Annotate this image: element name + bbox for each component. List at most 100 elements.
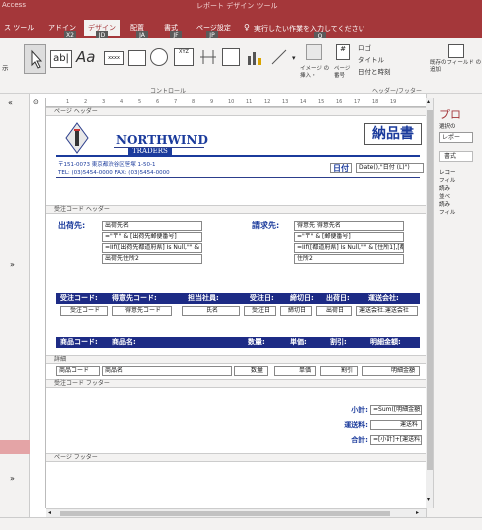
- horizontal-scroll-thumb[interactable]: [60, 511, 390, 516]
- scroll-left-icon[interactable]: ◂: [48, 509, 51, 516]
- controls-more-icon[interactable]: ▾: [292, 54, 296, 62]
- nav-collapse-icon[interactable]: «: [8, 98, 13, 107]
- order-col-header[interactable]: 締切日:: [290, 293, 314, 304]
- title-button[interactable]: タイトル: [358, 54, 384, 64]
- section-bar-page-footer[interactable]: ページ フッター: [46, 453, 426, 462]
- line-tool-icon[interactable]: [270, 48, 288, 66]
- horizontal-scrollbar[interactable]: ◂ ▸: [46, 508, 426, 517]
- property-row[interactable]: フィル: [439, 208, 455, 216]
- ship-address2-field[interactable]: 出荷先住所2: [102, 254, 202, 264]
- label-tool-icon[interactable]: Aa: [76, 48, 95, 66]
- detail-field[interactable]: 単価: [274, 366, 316, 376]
- page-number-button[interactable]: ページ 番号: [334, 66, 356, 80]
- scroll-right-icon[interactable]: ▸: [416, 509, 419, 516]
- textbox-tool-icon[interactable]: ab|: [50, 50, 72, 68]
- date-field[interactable]: Date(),"日付 (L)"): [356, 163, 424, 173]
- bill-name-field[interactable]: 得意先 得意先名: [294, 221, 404, 231]
- order-field[interactable]: 受注コード: [60, 306, 108, 316]
- ship-address-field[interactable]: =IIf([出荷先都道府県] Is Null,"" & [出荷: [102, 243, 202, 253]
- order-field[interactable]: 出荷日: [316, 306, 352, 316]
- order-col-header[interactable]: 運送会社:: [368, 293, 399, 304]
- subtotal-field[interactable]: =Sum([明細金額]): [370, 405, 422, 415]
- selection-dropdown[interactable]: レポー: [439, 132, 473, 143]
- chart-icon[interactable]: [246, 48, 264, 66]
- section-label: 受注コード ヘッダー: [54, 206, 110, 213]
- nav-expand-icon[interactable]: »: [10, 260, 15, 269]
- order-col-header[interactable]: 出荷日:: [326, 293, 350, 304]
- detail-field[interactable]: 商品コード: [56, 366, 100, 376]
- order-field[interactable]: 氏名: [182, 306, 240, 316]
- shipping-label[interactable]: 運送料:: [332, 420, 368, 430]
- section-bar-page-header[interactable]: ページ ヘッダー: [46, 107, 426, 116]
- ship-name-field[interactable]: 出荷先名: [102, 221, 202, 231]
- item-col-header[interactable]: 数量:: [248, 337, 265, 348]
- nav-bottom-expand-icon[interactable]: »: [10, 474, 15, 483]
- hyperlink-tool-icon[interactable]: [150, 48, 168, 66]
- image-insert-icon[interactable]: [306, 44, 322, 60]
- order-col-header[interactable]: 受注コード:: [60, 293, 98, 304]
- select-tool-button[interactable]: [24, 44, 46, 74]
- subform-icon[interactable]: [222, 48, 240, 66]
- ship-to-label[interactable]: 出荷先:: [58, 221, 92, 231]
- item-col-header[interactable]: 明細金額:: [370, 337, 401, 348]
- tab-control-icon[interactable]: [128, 50, 146, 66]
- property-row[interactable]: 読み: [439, 200, 450, 208]
- bill-postal-field[interactable]: ="〒" & [郵便番号]: [294, 232, 404, 242]
- total-field[interactable]: =[小計]+[運送料]: [370, 435, 422, 445]
- add-field-icon[interactable]: [448, 44, 464, 58]
- order-field[interactable]: 受注日: [244, 306, 276, 316]
- ruler-tick: 18: [372, 99, 379, 105]
- button-tool-icon[interactable]: xxxx: [104, 51, 124, 65]
- doc-title-label[interactable]: 納品書: [364, 123, 422, 145]
- vertical-scrollbar[interactable]: ▴ ▾: [426, 98, 434, 508]
- ship-postal-field[interactable]: ="〒" & [出荷先郵便番号]: [102, 232, 202, 242]
- order-field[interactable]: 運送会社.運送会社: [356, 306, 418, 316]
- scroll-down-icon[interactable]: ▾: [427, 496, 430, 503]
- section-bar-order-footer[interactable]: 受注コード フッター: [46, 379, 426, 388]
- shipping-field[interactable]: 運送料: [370, 420, 422, 430]
- property-row[interactable]: 読み: [439, 184, 450, 192]
- controls-group-label: コントロール: [150, 88, 187, 95]
- address-line[interactable]: 〒151-0073 東京都渋谷区笹塚 1-50-1: [58, 161, 218, 169]
- item-col-header[interactable]: 割引:: [330, 337, 347, 348]
- order-col-header[interactable]: 受注日:: [250, 293, 274, 304]
- report-selector-icon[interactable]: ⊙: [33, 98, 39, 106]
- total-label[interactable]: 合計:: [342, 435, 368, 445]
- date-label[interactable]: 日付: [330, 163, 352, 173]
- datetime-button[interactable]: 日付と時刻: [358, 66, 391, 76]
- item-col-header[interactable]: 商品コード:: [60, 337, 98, 348]
- item-col-header[interactable]: 商品名:: [112, 337, 136, 348]
- section-bar-detail[interactable]: 詳細: [46, 355, 426, 364]
- order-col-header[interactable]: 得意先コード:: [112, 293, 157, 304]
- tell-me-box[interactable]: 実行したい作業を入力してください: [254, 24, 364, 34]
- property-row[interactable]: 並べ: [439, 192, 450, 200]
- scroll-up-icon[interactable]: ▴: [427, 98, 430, 105]
- nav-selected-item[interactable]: [0, 440, 30, 454]
- subtotal-label[interactable]: 小計:: [342, 405, 368, 415]
- vertical-scroll-thumb[interactable]: [427, 110, 433, 470]
- section-bar-order-header[interactable]: 受注コード ヘッダー: [46, 205, 426, 214]
- page-number-icon[interactable]: #: [336, 44, 350, 60]
- option-group-icon[interactable]: XYZ: [174, 48, 194, 66]
- detail-field[interactable]: 商品名: [102, 366, 232, 376]
- tel-line[interactable]: TEL: (03)5454-0000 FAX: (03)5454-0000: [58, 169, 218, 177]
- tab-tools[interactable]: ス ツール: [0, 20, 38, 36]
- logo-button[interactable]: ロゴ: [358, 42, 371, 52]
- image-insert-button[interactable]: イメージ の挿入・: [300, 66, 330, 80]
- detail-field[interactable]: 明細金額: [362, 366, 420, 376]
- detail-field[interactable]: 数量: [234, 366, 268, 376]
- order-field[interactable]: 得意先コード: [112, 306, 172, 316]
- tab-format-props[interactable]: 書式: [439, 151, 473, 162]
- detail-field[interactable]: 割引: [320, 366, 358, 376]
- item-col-header[interactable]: 単価:: [290, 337, 307, 348]
- page-break-icon[interactable]: [198, 48, 218, 66]
- bill-to-label[interactable]: 請求先:: [252, 221, 292, 231]
- property-row[interactable]: フィル: [439, 176, 455, 184]
- lighthouse-logo[interactable]: [64, 121, 90, 155]
- bill-address-field[interactable]: =IIf([都道府県] Is Null,"" & [住所1],[都道: [294, 243, 404, 253]
- order-field[interactable]: 締切日: [280, 306, 312, 316]
- order-col-header[interactable]: 担当社員:: [188, 293, 219, 304]
- add-existing-field-button[interactable]: 既存のフィールド の追加: [430, 60, 482, 74]
- bill-address2-field[interactable]: 住所2: [294, 254, 404, 264]
- property-row[interactable]: レコー: [439, 168, 456, 176]
